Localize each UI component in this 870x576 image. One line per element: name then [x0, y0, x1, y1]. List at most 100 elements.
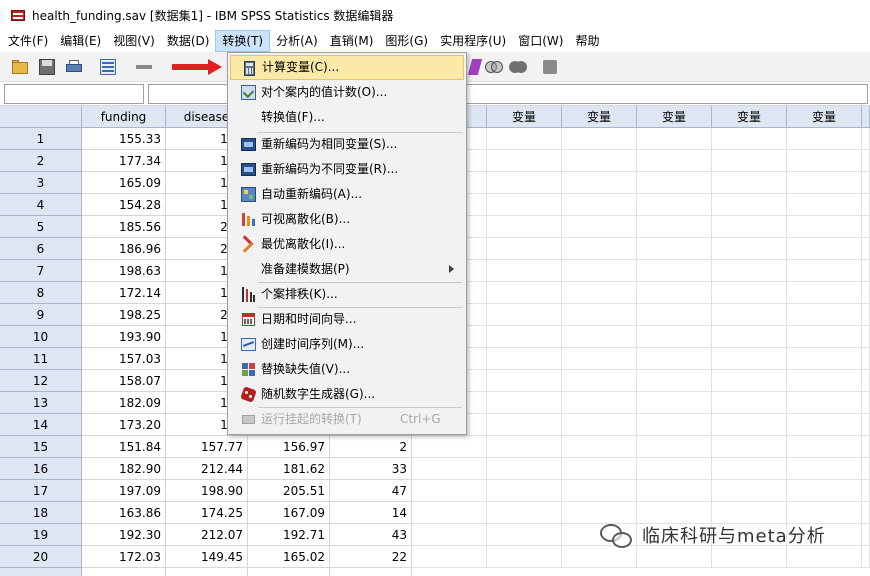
data-cell[interactable]: 157.77	[166, 436, 248, 458]
row-header[interactable]: 13	[0, 392, 82, 414]
empty-cell[interactable]	[562, 392, 637, 414]
row-header[interactable]: 19	[0, 524, 82, 546]
empty-cell[interactable]	[562, 238, 637, 260]
row-header[interactable]: 10	[0, 326, 82, 348]
data-cell[interactable]: 157.03	[82, 348, 166, 370]
column-header-var-1[interactable]: 变量	[487, 106, 562, 128]
data-cell[interactable]: 165.02	[248, 546, 330, 568]
row-header[interactable]	[0, 568, 82, 576]
menu-analyze[interactable]: 分析(A)	[270, 30, 324, 52]
save-icon[interactable]	[37, 57, 57, 77]
empty-cell[interactable]	[487, 436, 562, 458]
empty-cell[interactable]	[787, 370, 862, 392]
row-header[interactable]: 11	[0, 348, 82, 370]
menu-item-optimal-binning[interactable]: 最优离散化(I)...	[230, 232, 464, 257]
menu-help[interactable]: 帮助	[569, 30, 605, 52]
empty-cell[interactable]	[637, 172, 712, 194]
empty-cell[interactable]	[712, 216, 787, 238]
column-header-funding[interactable]: funding	[82, 106, 166, 128]
row-header[interactable]: 14	[0, 414, 82, 436]
empty-cell[interactable]	[562, 304, 637, 326]
menu-item-prepare-data-modeling[interactable]: 准备建模数据(P)	[230, 257, 464, 282]
menu-item-replace-missing[interactable]: 替换缺失值(V)...	[230, 357, 464, 382]
empty-cell[interactable]	[712, 282, 787, 304]
data-cell[interactable]: 158.07	[82, 370, 166, 392]
menu-item-count-values[interactable]: 对个案内的值计数(O)...	[230, 80, 464, 105]
column-header-var-5[interactable]: 变量	[787, 106, 862, 128]
data-cell[interactable]: 149.45	[166, 546, 248, 568]
empty-cell[interactable]	[487, 546, 562, 568]
empty-cell[interactable]	[562, 436, 637, 458]
empty-cell[interactable]	[862, 348, 870, 370]
empty-cell[interactable]	[787, 414, 862, 436]
data-cell[interactable]: 212.07	[166, 524, 248, 546]
empty-cell[interactable]	[637, 194, 712, 216]
empty-cell[interactable]	[637, 348, 712, 370]
menu-item-create-time-series[interactable]: 创建时间序列(M)...	[230, 332, 464, 357]
data-cell[interactable]: 198.63	[82, 260, 166, 282]
empty-cell[interactable]	[862, 524, 870, 546]
empty-cell[interactable]	[487, 304, 562, 326]
menu-window[interactable]: 窗口(W)	[512, 30, 569, 52]
column-header-var-4[interactable]: 变量	[712, 106, 787, 128]
undo-icon[interactable]	[134, 57, 154, 77]
empty-cell[interactable]	[712, 480, 787, 502]
data-cell[interactable]: 173.20	[82, 414, 166, 436]
menu-data[interactable]: 数据(D)	[161, 30, 216, 52]
menu-item-automatic-recode[interactable]: 自动重新编码(A)...	[230, 182, 464, 207]
empty-cell[interactable]	[712, 238, 787, 260]
empty-cell[interactable]	[787, 150, 862, 172]
empty-cell[interactable]	[862, 150, 870, 172]
menu-item-recode-different[interactable]: 重新编码为不同变量(R)...	[230, 157, 464, 182]
spelling-icon[interactable]	[540, 57, 560, 77]
empty-cell[interactable]	[712, 436, 787, 458]
empty-cell[interactable]	[787, 348, 862, 370]
menu-item-date-time-wizard[interactable]: 日期和时间向导...	[230, 307, 464, 332]
empty-cell[interactable]	[862, 502, 870, 524]
data-cell[interactable]: 47	[330, 480, 412, 502]
empty-cell[interactable]	[487, 238, 562, 260]
column-header-var-3[interactable]: 变量	[637, 106, 712, 128]
print-icon[interactable]	[64, 57, 84, 77]
empty-cell[interactable]	[562, 260, 637, 282]
empty-cell[interactable]	[712, 370, 787, 392]
empty-cell[interactable]	[712, 458, 787, 480]
data-cell[interactable]: 2	[330, 436, 412, 458]
empty-cell[interactable]	[862, 304, 870, 326]
empty-cell[interactable]	[712, 414, 787, 436]
empty-cell[interactable]	[787, 128, 862, 150]
column-header-overflow[interactable]	[862, 106, 870, 128]
data-cell[interactable]: 182.09	[82, 392, 166, 414]
empty-cell[interactable]	[787, 304, 862, 326]
data-cell[interactable]: 177.34	[82, 150, 166, 172]
menu-item-recode-same[interactable]: 重新编码为相同变量(S)...	[230, 132, 464, 157]
empty-cell[interactable]	[412, 546, 487, 568]
empty-cell[interactable]	[787, 260, 862, 282]
empty-cell[interactable]	[787, 282, 862, 304]
empty-cell[interactable]	[562, 458, 637, 480]
data-cell[interactable]: 154.28	[82, 194, 166, 216]
empty-cell[interactable]	[412, 458, 487, 480]
data-cell[interactable]: 167.09	[248, 502, 330, 524]
menu-item-visual-binning[interactable]: 可视离散化(B)...	[230, 207, 464, 232]
data-cell[interactable]: 151.84	[82, 436, 166, 458]
empty-cell[interactable]	[562, 480, 637, 502]
row-header[interactable]: 15	[0, 436, 82, 458]
empty-cell[interactable]	[487, 348, 562, 370]
empty-cell[interactable]	[637, 260, 712, 282]
empty-cell[interactable]	[787, 194, 862, 216]
row-header[interactable]: 18	[0, 502, 82, 524]
empty-cell[interactable]	[787, 326, 862, 348]
use-variable-sets-icon[interactable]	[508, 57, 528, 77]
empty-cell[interactable]	[637, 436, 712, 458]
empty-cell[interactable]	[712, 348, 787, 370]
empty-cell[interactable]	[562, 282, 637, 304]
menu-item-shift-values[interactable]: 转换值(F)...	[230, 105, 464, 130]
empty-cell[interactable]	[412, 480, 487, 502]
empty-cell[interactable]	[562, 370, 637, 392]
data-cell[interactable]	[82, 568, 166, 576]
empty-cell[interactable]	[487, 260, 562, 282]
empty-cell[interactable]	[562, 172, 637, 194]
empty-cell[interactable]	[637, 392, 712, 414]
data-cell[interactable]: 156.97	[248, 436, 330, 458]
